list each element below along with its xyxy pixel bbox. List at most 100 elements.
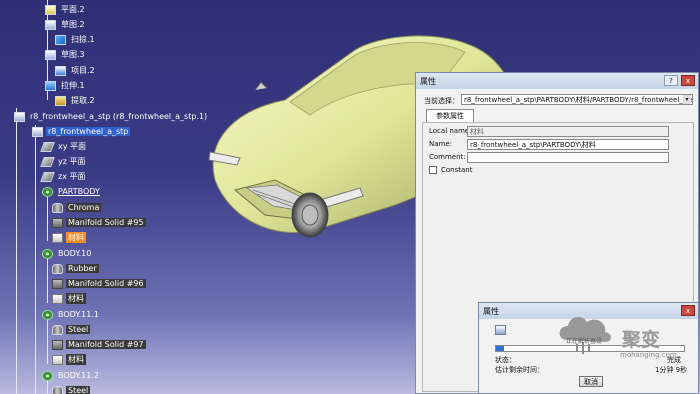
- tree-item-zx-plane[interactable]: zx 平面: [40, 170, 87, 183]
- dialog-title: 属性: [420, 76, 436, 86]
- tree-item-steel[interactable]: Steel: [52, 323, 91, 336]
- tree-item-manifold-97[interactable]: Manifold Solid #97: [52, 338, 146, 351]
- part-icon: [495, 325, 506, 335]
- tree-item-xy-plane[interactable]: xy 平面: [40, 140, 88, 153]
- tree-item-label: Manifold Solid #97: [66, 340, 146, 349]
- progress-title: 属性: [483, 306, 499, 316]
- material-icon: [52, 354, 63, 365]
- solid-icon: [52, 339, 63, 350]
- tree-item-label: Manifold Solid #95: [66, 218, 146, 227]
- tree-item-label: Rubber: [66, 264, 99, 273]
- tree-item-chroma[interactable]: Chroma: [52, 201, 102, 214]
- tree-item-label: 拉伸.1: [61, 81, 85, 90]
- material-icon: [52, 385, 63, 394]
- tree-item-label: PARTBODY: [58, 187, 100, 196]
- local-name-field[interactable]: 材料: [467, 126, 669, 137]
- tree-item-part[interactable]: r8_frontwheel_a_stp: [32, 125, 131, 138]
- tree-item-yz-plane[interactable]: yz 平面: [40, 155, 87, 168]
- tree-item-label: BODY.11.1: [58, 310, 99, 319]
- name-field[interactable]: r8_frontwheel_a_stp\PARTBODY\材料: [467, 139, 669, 150]
- part-icon: [32, 126, 43, 137]
- tree-item-label: 项目.2: [71, 66, 95, 75]
- tree-item-plane-2[interactable]: 平面.2: [45, 3, 87, 16]
- tree-item-label: zx 平面: [58, 172, 86, 181]
- tree-item-rubber[interactable]: Rubber: [52, 262, 99, 275]
- tree-item-label: r8_frontwheel_a_stp: [46, 127, 131, 136]
- extract-icon: [55, 95, 66, 106]
- catia-3d-viewport[interactable]: 平面.2 草图.2 扫掠.1 草图.3 项目.2 拉伸.1 提取.2 r8_fr…: [0, 0, 700, 394]
- tree-item-project-2[interactable]: 项目.2: [55, 64, 97, 77]
- watermark-small-text: 正在解析器设: [566, 338, 603, 345]
- time-label: 估计剩余时间：: [495, 366, 544, 374]
- body-gear-icon: [42, 248, 53, 259]
- tree-item-partbody[interactable]: PARTBODY: [42, 185, 102, 198]
- plane-icon: [40, 171, 55, 182]
- help-button[interactable]: ?: [664, 75, 678, 86]
- tree-item-label: Steel: [66, 325, 91, 334]
- tree-item-label: BODY.10: [58, 249, 92, 258]
- watermark-brand: 聚变: [622, 329, 661, 351]
- tree-item-label: 材料: [66, 293, 86, 304]
- tree-item-label: 平面.2: [61, 5, 85, 14]
- tree-item-label: yz 平面: [58, 157, 86, 166]
- tree-item-label: 草图.3: [61, 50, 85, 59]
- tab-parameter-properties[interactable]: 参数属性: [426, 109, 474, 122]
- cancel-button[interactable]: 取消: [579, 376, 603, 387]
- project-icon: [55, 65, 66, 76]
- tree-item-label: 草图.2: [61, 20, 85, 29]
- tree-item-material[interactable]: 材料: [52, 292, 86, 305]
- tree-item-manifold-96[interactable]: Manifold Solid #96: [52, 277, 146, 290]
- material-icon: [52, 293, 63, 304]
- tree-item-body-11-1[interactable]: BODY.11.1: [42, 308, 101, 321]
- chevron-down-icon: ▾: [683, 95, 691, 104]
- comment-field[interactable]: [467, 152, 669, 163]
- tree-item-label: Manifold Solid #96: [66, 279, 146, 288]
- tree-item-product[interactable]: r8_frontwheel_a_stp (r8_frontwheel_a_stp…: [14, 110, 209, 123]
- name-label: Name:: [429, 140, 453, 148]
- body-gear-icon: [42, 309, 53, 320]
- tree-item-label: 材料: [66, 354, 86, 365]
- tree-item-label: r8_frontwheel_a_stp (r8_frontwheel_a_stp…: [30, 112, 208, 121]
- tree-item-body-10[interactable]: BODY.10: [42, 247, 93, 260]
- selection-label: 当前选择：: [424, 97, 459, 105]
- status-label: 状态：: [495, 356, 516, 364]
- constant-checkbox[interactable]: [429, 166, 437, 174]
- tree-item-material[interactable]: 材料: [52, 231, 86, 244]
- tree-item-sketch-2[interactable]: 草图.2: [45, 18, 87, 31]
- plane-icon: [45, 4, 56, 15]
- constant-label: Constant: [441, 166, 473, 174]
- tree-item-label: 材料: [66, 232, 86, 243]
- plane-icon: [40, 141, 55, 152]
- close-button[interactable]: x: [681, 305, 695, 316]
- tree-item-material[interactable]: 材料: [52, 353, 86, 366]
- body-gear-icon: [42, 370, 53, 381]
- tree-item-extract-2[interactable]: 提取.2: [55, 94, 97, 107]
- selection-value: r8_frontwheel_a_stp\PARTBODY\材料/PARTBODY…: [464, 96, 693, 104]
- tree-item-manifold-95[interactable]: Manifold Solid #95: [52, 216, 146, 229]
- tree-item-label: 提取.2: [71, 96, 95, 105]
- tab-label: 参数属性: [436, 112, 464, 120]
- tree-item-label: Chroma: [66, 203, 102, 212]
- close-button[interactable]: x: [681, 75, 695, 86]
- cloud-logo-icon: [559, 317, 611, 354]
- plane-icon: [40, 156, 55, 167]
- time-value: 1分钟 9秒: [655, 366, 688, 374]
- tree-item-extrude-1[interactable]: 拉伸.1: [45, 79, 87, 92]
- watermark-url: mohanging.com: [620, 351, 677, 359]
- progress-fill: [496, 346, 504, 351]
- material-icon: [52, 232, 63, 243]
- tree-item-sweep-1[interactable]: 扫掠.1: [55, 33, 97, 46]
- dialog-titlebar[interactable]: 属性 ? x: [416, 73, 698, 89]
- tree-item-sketch-3[interactable]: 草图.3: [45, 48, 87, 61]
- sketch-icon: [45, 49, 56, 60]
- material-icon: [52, 263, 63, 274]
- tree-item-label: Steel: [66, 386, 91, 394]
- comment-label: Comment:: [429, 153, 466, 161]
- selection-dropdown[interactable]: r8_frontwheel_a_stp\PARTBODY\材料/PARTBODY…: [461, 94, 693, 105]
- tree-item-steel[interactable]: Steel: [52, 384, 91, 394]
- tree-item-body-11-2[interactable]: BODY.11.2: [42, 369, 101, 382]
- sweep-icon: [55, 34, 66, 45]
- tree-item-label: 扫掠.1: [71, 35, 95, 44]
- tree-item-label: BODY.11.2: [58, 371, 99, 380]
- body-gear-icon: [42, 186, 53, 197]
